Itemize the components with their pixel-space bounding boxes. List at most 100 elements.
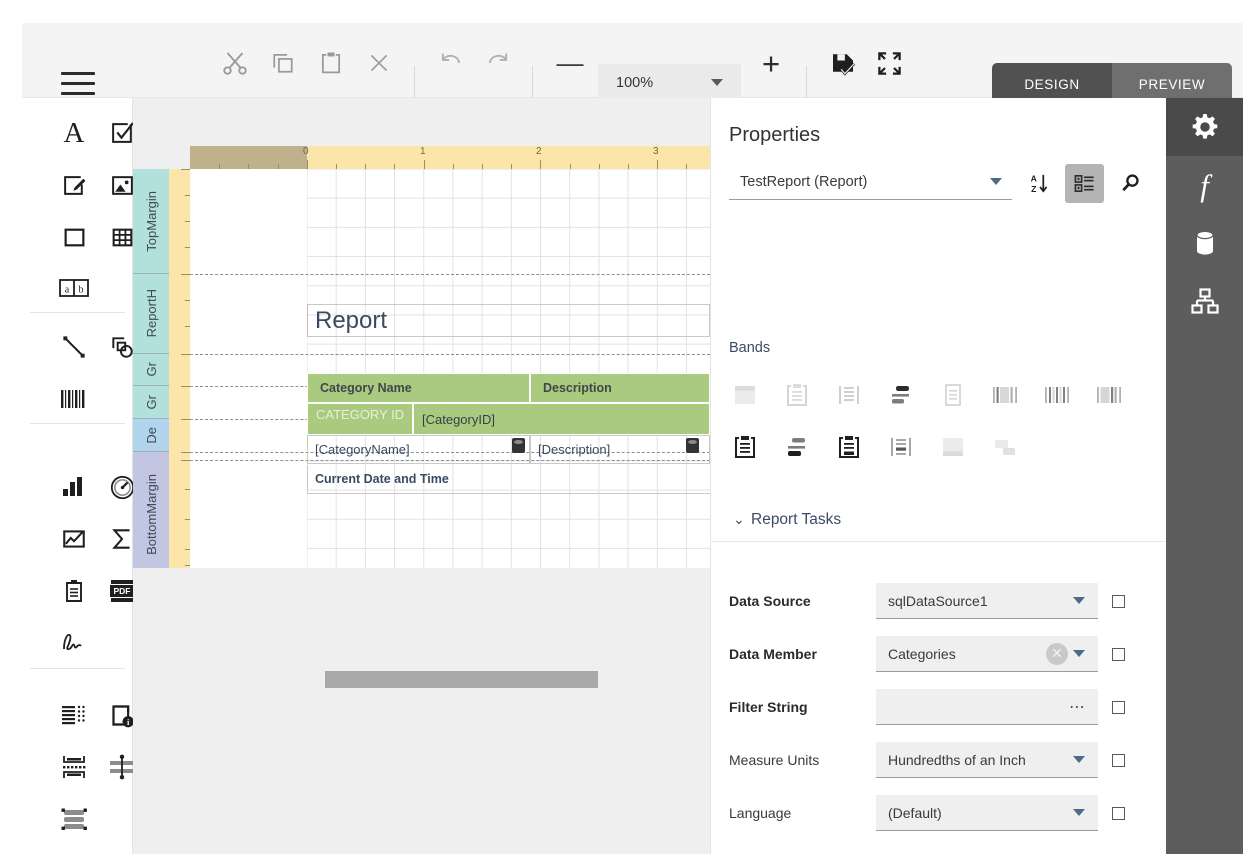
report-header-add-icon[interactable] [723, 425, 767, 469]
report-designer-window: — 100% + DESIGN PREVIEW A a b PDF i 0 1 … [0, 0, 1243, 854]
detail-band-icon[interactable] [931, 373, 975, 417]
horizontal-scrollbar[interactable] [325, 671, 598, 688]
group-footer-add-icon[interactable] [879, 425, 923, 469]
report-tasks-section-header[interactable]: ⌄ Report Tasks [711, 498, 1166, 542]
zoom-level-select[interactable]: 100% [598, 64, 741, 102]
horizontal-ruler: 0 1 2 3 [190, 146, 710, 169]
svg-text:a: a [65, 285, 70, 296]
report-footer-add-icon[interactable] [827, 425, 871, 469]
cross-tab-control-button[interactable] [51, 568, 97, 614]
top-margin-band-icon[interactable] [723, 373, 767, 417]
group-header-add-icon[interactable] [775, 425, 819, 469]
language-dropdown[interactable]: (Default) [876, 795, 1098, 831]
report-explorer-panel-button[interactable] [1166, 272, 1243, 330]
zoom-in-button[interactable]: + [750, 42, 792, 84]
save-button[interactable] [822, 42, 864, 84]
group-header-band-icon[interactable] [879, 373, 923, 417]
smart-tag-icon-2[interactable] [686, 438, 699, 453]
panel-control-button[interactable] [51, 214, 97, 260]
properties-panel-button[interactable] [1166, 98, 1243, 156]
zip-code-icon [62, 705, 85, 725]
bar-chart-icon [63, 477, 82, 496]
detail-cell-description[interactable]: [Description] [530, 435, 710, 464]
filter-string-expression-checkbox[interactable] [1112, 701, 1125, 714]
clear-icon[interactable]: ✕ [1046, 642, 1068, 665]
data-source-expression-checkbox[interactable] [1112, 595, 1125, 608]
toolbar-divider-3 [806, 66, 807, 102]
band-label-group-header[interactable]: Gr [133, 354, 169, 386]
zoom-out-button[interactable]: — [549, 42, 591, 84]
ellipsis-icon[interactable]: ⋯ [1069, 697, 1086, 717]
sort-alphabetical-button[interactable]: A Z [1019, 164, 1058, 203]
table-header-cell-description[interactable]: Description [530, 373, 710, 403]
group-cell-category-id-value[interactable]: [CategoryID] [413, 403, 710, 435]
sub-band-icon[interactable] [983, 425, 1027, 469]
band-label-text: Gr [143, 394, 159, 410]
main-toolbar: — 100% + DESIGN PREVIEW [22, 23, 1243, 105]
fullscreen-expand-icon [877, 51, 901, 75]
expressions-panel-button[interactable]: f [1166, 156, 1243, 214]
shape-overlap-icon [112, 337, 133, 358]
page-break-control-button[interactable] [51, 744, 97, 790]
rich-text-icon [63, 175, 85, 195]
measure-units-dropdown[interactable]: Hundredths of an Inch [876, 742, 1098, 778]
report-title-control[interactable]: Report [307, 304, 710, 337]
hamburger-menu-icon[interactable] [58, 68, 98, 100]
band-label-group-header-2[interactable]: Gr [133, 386, 169, 419]
signature-control-button[interactable] [51, 620, 97, 666]
line-control-button[interactable] [51, 324, 97, 370]
report-footer-band-icon[interactable] [1087, 373, 1131, 417]
page-header-band-icon[interactable] [827, 373, 871, 417]
property-label-language: Language [729, 804, 792, 821]
rich-text-control-button[interactable] [51, 162, 97, 208]
object-selector-value: TestReport (Report) [740, 173, 868, 190]
category-grid-icon [1074, 175, 1094, 192]
group-by-category-button[interactable] [1065, 164, 1104, 203]
report-header-band-icon[interactable] [775, 373, 819, 417]
zoom-level-value: 100% [616, 74, 654, 91]
language-value: (Default) [888, 804, 942, 821]
band-label-detail[interactable]: De [133, 419, 169, 452]
barcode-control-button[interactable] [51, 376, 97, 422]
copy-button[interactable] [262, 42, 304, 84]
character-comb-control-button[interactable]: a b [51, 265, 97, 311]
paste-button[interactable] [310, 42, 352, 84]
data-source-dropdown[interactable]: sqlDataSource1 [876, 583, 1098, 619]
measure-units-expression-checkbox[interactable] [1112, 754, 1125, 767]
chart-control-button[interactable] [51, 464, 97, 510]
svg-text:A: A [1031, 174, 1037, 184]
page-footer-band-icon[interactable] [1035, 373, 1079, 417]
table-of-contents-control-button[interactable] [51, 796, 97, 842]
sparkline-control-button[interactable] [51, 516, 97, 562]
bottom-margin-band-icon[interactable] [931, 425, 975, 469]
field-list-panel-button[interactable] [1166, 214, 1243, 272]
band-label-bottom-margin[interactable]: BottomMargin [133, 460, 169, 568]
ruler-label-1: 1 [420, 146, 426, 157]
redo-button[interactable] [477, 42, 519, 84]
group-footer-band-icon[interactable] [983, 373, 1027, 417]
data-member-dropdown[interactable]: Categories ✕ [876, 636, 1098, 672]
cut-button[interactable] [214, 42, 256, 84]
delete-button[interactable] [358, 42, 400, 84]
search-properties-button[interactable] [1111, 164, 1150, 203]
smart-tag-icon-1[interactable] [512, 438, 525, 453]
undo-button[interactable] [430, 42, 472, 84]
data-member-value: Categories [888, 645, 956, 662]
fullscreen-button[interactable] [868, 42, 910, 84]
zip-code-control-button[interactable] [51, 692, 97, 738]
table-header-cell-category-name[interactable]: Category Name [307, 373, 530, 403]
group-cell-category-id-label[interactable]: CATEGORY ID [307, 403, 413, 435]
band-label-top-margin[interactable]: TopMargin [133, 169, 169, 274]
ruler-label-3: 3 [653, 146, 659, 157]
label-control-button[interactable]: A [51, 110, 97, 156]
detail-cell-category-name[interactable]: [CategoryName] [307, 435, 530, 464]
language-expression-checkbox[interactable] [1112, 807, 1125, 820]
report-design-surface[interactable]: 0 1 2 3 TopMargin ReportH Gr Gr De Botto… [133, 98, 710, 854]
footer-cell-current-date-time[interactable]: Current Date and Time [307, 464, 710, 494]
filter-string-field[interactable]: ⋯ [876, 689, 1098, 725]
data-member-expression-checkbox[interactable] [1112, 648, 1125, 661]
object-selector-dropdown[interactable]: TestReport (Report) [729, 164, 1012, 200]
report-page[interactable]: Report Category Name Description CATEGOR… [190, 169, 710, 568]
function-fx-icon: f [1200, 167, 1209, 203]
band-label-report-header[interactable]: ReportH [133, 274, 169, 354]
